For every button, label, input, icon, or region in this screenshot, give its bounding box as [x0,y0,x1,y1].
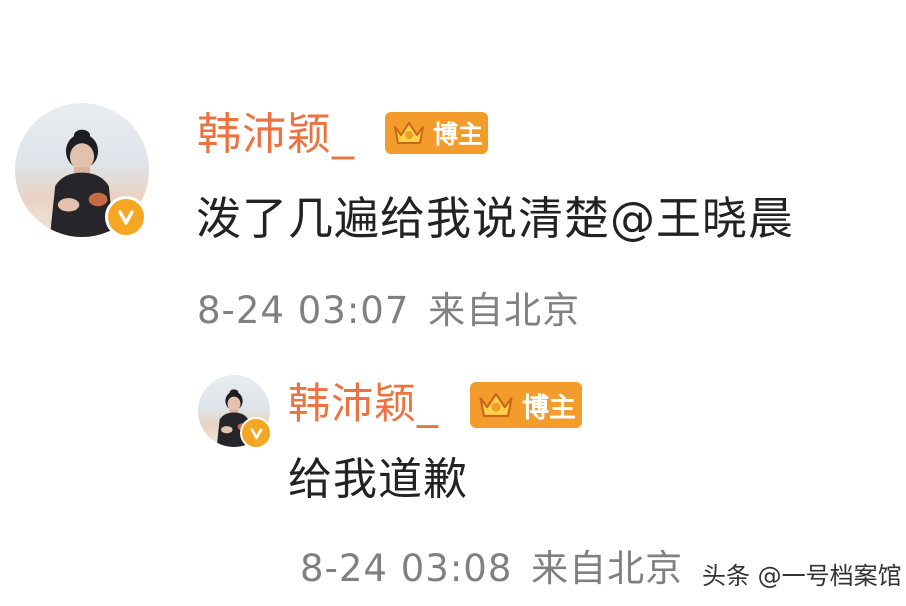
comment-text: 泼了几遍给我说清楚@王晓晨 [196,192,795,245]
username[interactable]: 韩沛颖_ [288,380,439,428]
badge-label: 博主 [522,392,576,424]
crown-icon [479,392,513,418]
verified-v-icon [240,417,272,449]
badge-label: 博主 [433,120,484,149]
blogger-badge: 博主 [470,382,582,428]
timestamp: 8-24 03:08 [300,547,513,590]
comment-main: 韩沛颖_ 博主 泼了几遍给我说清楚@王晓晨 8-24 03:07 来自北京 [0,0,906,360]
timestamp: 8-24 03:07 [197,289,410,332]
username[interactable]: 韩沛颖_ [197,110,355,160]
location: 来自北京 [428,289,581,332]
location: 来自北京 [531,547,684,590]
crown-icon [394,122,424,144]
comment-meta: 8-24 03:08 来自北京 [300,546,683,592]
comment-text: 给我道歉 [288,454,468,505]
comment-meta: 8-24 03:07 来自北京 [197,288,580,334]
verified-v-icon [105,196,147,238]
blogger-badge: 博主 [385,112,488,154]
watermark: 头条 @一号档案馆 [702,562,902,590]
